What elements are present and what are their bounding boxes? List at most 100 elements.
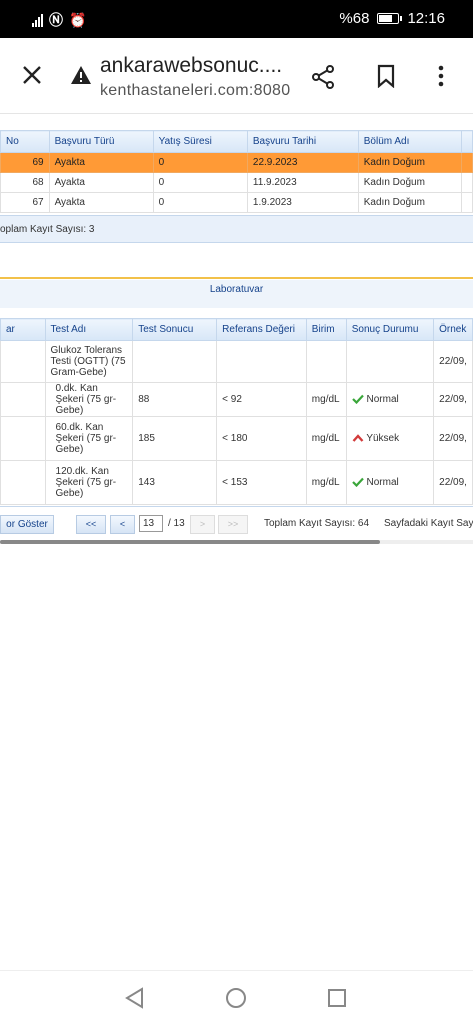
back-icon[interactable]: [124, 987, 146, 1009]
cell-empty: [0, 340, 46, 383]
cell: mg/dL: [305, 460, 347, 505]
cell: mg/dL: [305, 382, 347, 417]
cell: 0: [152, 152, 248, 173]
cell: < 180: [216, 416, 307, 461]
warning-icon[interactable]: [70, 65, 92, 85]
table-row[interactable]: 68 Ayakta 0 11.9.2023 Kadın Doğum: [0, 172, 473, 193]
signal-icon: [32, 13, 43, 27]
cell: 143: [132, 460, 218, 505]
lab-header-row: ar Test Adı Test Sonucu Referans Değeri …: [0, 318, 473, 341]
col-header-filler: [460, 130, 473, 153]
cell: < 92: [216, 382, 307, 417]
visits-total: oplam Kayıt Sayısı: 3: [0, 215, 473, 243]
cell: 0: [152, 192, 248, 213]
cell: 0.dk. Kan Şekeri (75 gr-Gebe): [44, 382, 134, 417]
last-page-button[interactable]: >>: [218, 515, 248, 534]
more-options-icon[interactable]: [436, 64, 446, 88]
cell: 67: [0, 192, 50, 213]
cell: 22/09,: [433, 416, 473, 461]
col-header[interactable]: Yatış Süresi: [152, 130, 248, 153]
check-icon: [351, 395, 364, 405]
browser-toolbar: ankarawebsonuc.... kenthastaneleri.com:8…: [0, 38, 473, 114]
cell: 22/09,: [433, 340, 473, 383]
cell-filler: [460, 172, 473, 193]
cell-empty: [0, 416, 46, 461]
cell: < 153: [216, 460, 307, 505]
table-row[interactable]: 60.dk. Kan Şekeri (75 gr-Gebe) 185 < 180…: [0, 416, 473, 461]
cell: 185: [132, 416, 218, 461]
battery-percent: %68: [339, 10, 370, 27]
lab-section-title[interactable]: Laboratuvar: [0, 280, 473, 308]
col-header[interactable]: ar: [0, 318, 46, 341]
col-header[interactable]: Birim: [305, 318, 347, 341]
cell: Kadın Doğum: [357, 192, 462, 213]
status-cell: Normal: [345, 382, 435, 417]
cell: [132, 340, 218, 383]
recents-icon[interactable]: [327, 988, 347, 1008]
table-row[interactable]: 67 Ayakta 0 1.9.2023 Kadın Doğum: [0, 192, 473, 213]
visits-table: No Başvuru Türü Yatış Süresi Başvuru Tar…: [0, 130, 473, 213]
arrow-up-icon: [352, 434, 364, 443]
cell: 88: [132, 382, 218, 417]
page-url[interactable]: kenthastaneleri.com:8080: [100, 82, 290, 100]
col-header[interactable]: Sonuç Durumu: [345, 318, 435, 341]
col-header[interactable]: Başvuru Türü: [48, 130, 154, 153]
lab-table: ar Test Adı Test Sonucu Referans Değeri …: [0, 318, 473, 505]
cell: 22.9.2023: [246, 152, 359, 173]
cell: 11.9.2023: [246, 172, 359, 193]
cell: 1.9.2023: [246, 192, 359, 213]
bookmark-icon[interactable]: [376, 64, 396, 88]
horizontal-scrollbar[interactable]: [0, 540, 473, 544]
first-page-button[interactable]: <<: [76, 515, 106, 534]
home-icon[interactable]: [225, 987, 247, 1009]
section-divider: [0, 277, 473, 279]
status-bar: Ⓝ ⏰ %68 12:16: [0, 0, 473, 38]
col-header[interactable]: Bölüm Adı: [357, 130, 462, 153]
col-header[interactable]: Test Adı: [44, 318, 134, 341]
nfc-icon: Ⓝ: [49, 12, 63, 28]
col-header[interactable]: No: [0, 130, 50, 153]
cell: Ayakta: [48, 172, 154, 193]
page-record-label: Sayfadaki Kayıt Sayı: [384, 518, 473, 529]
table-row[interactable]: 120.dk. Kan Şekeri (75 gr-Gebe) 143 < 15…: [0, 460, 473, 505]
table-row[interactable]: 69 Ayakta 0 22.9.2023 Kadın Doğum: [0, 152, 473, 173]
cell: 68: [0, 172, 50, 193]
lab-pager: or Göster << < / 13 > >> Toplam Kayıt Sa…: [0, 506, 473, 540]
table-row[interactable]: Glukoz Tolerans Testi (OGTT) (75 Gram-Ge…: [0, 340, 473, 383]
cell-empty: [0, 382, 46, 417]
cell: [345, 340, 435, 383]
col-header[interactable]: Örnek: [433, 318, 473, 341]
status-cell: Normal: [345, 460, 435, 505]
cell: 69: [0, 152, 50, 173]
table-row[interactable]: 0.dk. Kan Şekeri (75 gr-Gebe) 88 < 92 mg…: [0, 382, 473, 417]
system-nav-bar: [0, 970, 473, 1024]
cell: mg/dL: [305, 416, 347, 461]
status-text: Yüksek: [366, 433, 400, 444]
check-icon: [351, 478, 364, 488]
col-header[interactable]: Test Sonucu: [132, 318, 218, 341]
close-icon[interactable]: [20, 63, 44, 87]
cell: Glukoz Tolerans Testi (OGTT) (75 Gram-Ge…: [44, 340, 134, 383]
cell: [305, 340, 347, 383]
cell: Kadın Doğum: [357, 152, 462, 173]
cell-empty: [0, 460, 46, 505]
prev-page-button[interactable]: <: [110, 515, 135, 534]
show-button[interactable]: or Göster: [0, 515, 54, 534]
cell: Kadın Doğum: [357, 172, 462, 193]
page-title[interactable]: ankarawebsonuc....: [100, 54, 282, 78]
status-text: Normal: [366, 394, 399, 405]
cell: [216, 340, 307, 383]
page-number-input[interactable]: 13: [139, 515, 163, 532]
cell: 22/09,: [433, 460, 473, 505]
cell: 22/09,: [433, 382, 473, 417]
clock: 12:16: [407, 10, 445, 27]
col-header[interactable]: Referans Değeri: [216, 318, 307, 341]
cell: Ayakta: [48, 152, 154, 173]
share-icon[interactable]: [310, 64, 336, 90]
visits-header-row: No Başvuru Türü Yatış Süresi Başvuru Tar…: [0, 130, 473, 153]
status-text: Normal: [366, 477, 399, 488]
col-header[interactable]: Başvuru Tarihi: [246, 130, 359, 153]
next-page-button[interactable]: >: [190, 515, 215, 534]
battery-icon: [377, 13, 403, 24]
status-cell: Yüksek: [345, 416, 435, 461]
